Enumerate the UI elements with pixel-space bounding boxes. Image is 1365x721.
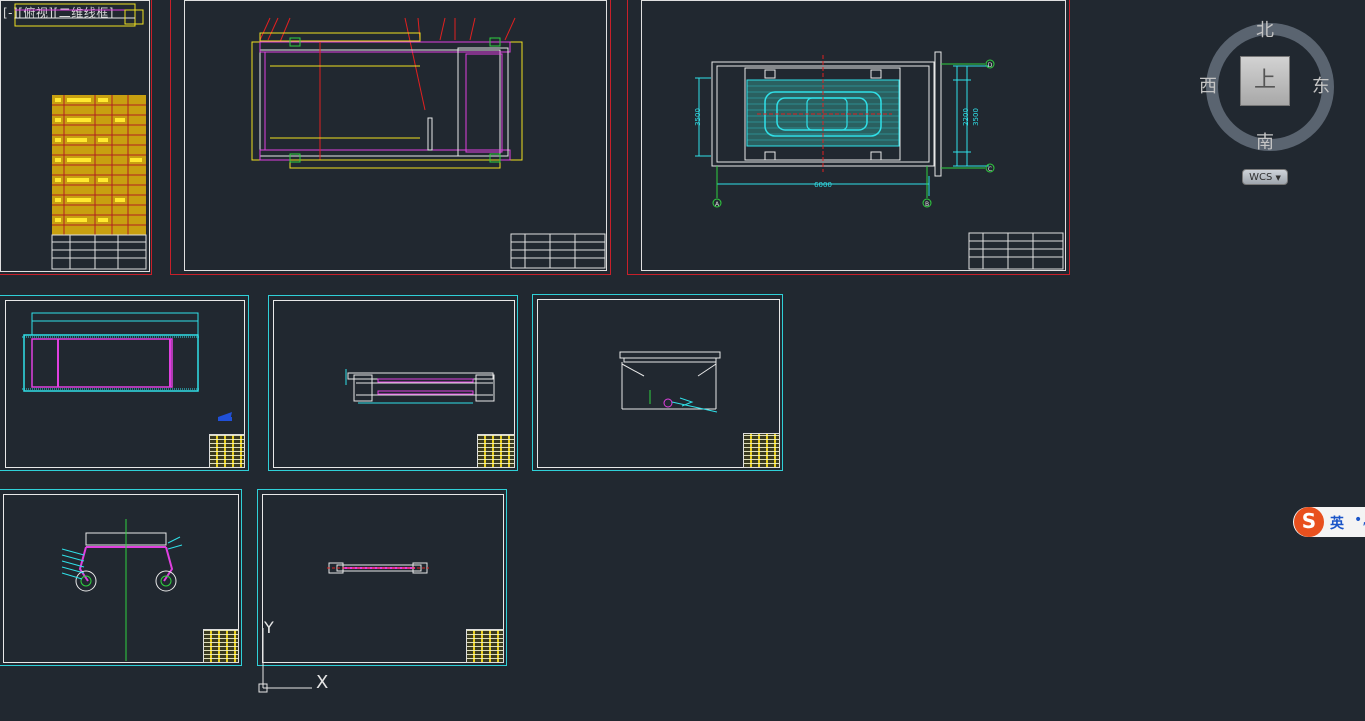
- grid-bubble-c: C: [988, 166, 992, 173]
- dimension-plan-height-left: 3500: [694, 108, 702, 126]
- grid-bubble-d: D: [988, 62, 993, 69]
- sheet-1-parts-table: [52, 95, 146, 235]
- sheet-2-drawing: [251, 17, 606, 269]
- ucs-icon: [258, 628, 312, 693]
- sheet-3-title-block: [968, 232, 1064, 270]
- wcs-menu-button[interactable]: WCS ▼: [1242, 169, 1288, 185]
- compass-east[interactable]: 东: [1312, 72, 1330, 98]
- sheet-1-title-block: [51, 234, 147, 270]
- viewcube-top-face[interactable]: 上: [1240, 56, 1290, 106]
- sheet-1-drawing: [14, 3, 147, 270]
- sheet-7-drawing: [61, 519, 183, 661]
- compass-north[interactable]: 北: [1256, 16, 1274, 42]
- grid-bubble-b: B: [925, 201, 929, 208]
- ime-toolbar[interactable]: S 英 •,: [1293, 507, 1365, 537]
- ucs-x-label: X: [316, 672, 329, 693]
- ime-punctuation-toggle[interactable]: •,: [1354, 512, 1365, 528]
- compass-south[interactable]: 南: [1256, 128, 1274, 154]
- dimension-plan-height-mid: 2200: [962, 108, 970, 126]
- sheet-2-title-block: [510, 233, 606, 269]
- ucs-y-label: Y: [264, 618, 274, 637]
- ime-language-toggle[interactable]: 英: [1330, 513, 1344, 533]
- sheet-3-plan-drawing: D C A B 6000 3500 2200 3500: [694, 51, 1064, 270]
- wcs-label: WCS: [1249, 172, 1273, 183]
- sheet-6-drawing: [619, 351, 721, 413]
- dimension-plan-height-total: 3500: [972, 108, 980, 126]
- chevron-down-icon: ▼: [1275, 174, 1281, 182]
- dimension-plan-width: 6000: [814, 181, 832, 189]
- sogou-logo-icon[interactable]: S: [1294, 507, 1324, 537]
- compass-west[interactable]: 西: [1199, 72, 1217, 98]
- sheet-4-drawing: [22, 312, 232, 421]
- viewcube[interactable]: 上 北 南 东 西 WCS ▼: [1196, 14, 1336, 190]
- sheet-5-drawing: [345, 369, 495, 404]
- grid-bubble-a: A: [715, 201, 720, 208]
